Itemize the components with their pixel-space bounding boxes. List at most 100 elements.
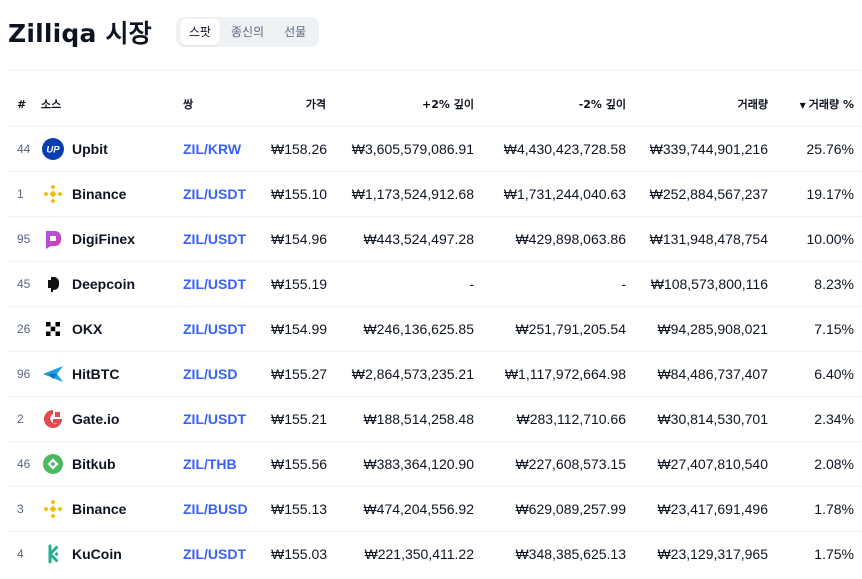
exchange-link[interactable]: Binance: [41, 498, 183, 520]
table-row[interactable]: 95 DigiFinex ZIL/USDT ₩154.96 ₩443,524,497.2…: [8, 216, 862, 262]
table-row[interactable]: 46 Bitkub ZIL/THB ₩155.56 ₩383,364,120.90 ₩22…: [8, 441, 862, 487]
depth-plus-cell: ₩246,136,625.85: [326, 306, 474, 352]
pair-link[interactable]: ZIL/USDT: [183, 276, 246, 292]
exchange-link[interactable]: KuCoin: [41, 543, 183, 565]
binance-logo: [42, 183, 64, 205]
depth-minus-cell: ₩227,608,573.15: [474, 441, 626, 487]
exchange-name: OKX: [72, 321, 103, 337]
row-rank: 2: [8, 396, 41, 442]
price-cell: ₩155.27: [271, 351, 327, 397]
volume-cell: ₩23,129,317,965: [626, 531, 768, 576]
row-rank: 4: [8, 531, 41, 576]
depth-minus-cell: ₩629,089,257.99: [474, 486, 626, 532]
volume-pct-cell: 19.17%: [768, 171, 862, 217]
price-cell: ₩155.13: [271, 486, 327, 532]
row-rank: 1: [8, 171, 41, 217]
exchange-name: KuCoin: [72, 546, 122, 562]
row-rank: 96: [8, 351, 41, 397]
exchange-name: Binance: [72, 186, 127, 202]
depth-minus-cell: ₩1,117,972,664.98: [474, 351, 626, 397]
tab-futures[interactable]: 선물: [275, 19, 315, 45]
table-row[interactable]: 1 Binance ZIL/USDT ₩155.10 ₩1,173,524,912.68…: [8, 171, 862, 217]
volume-pct-cell: 1.75%: [768, 531, 862, 576]
deepcoin-logo: [42, 273, 64, 295]
column-header-depth-minus[interactable]: -2% 깊이: [474, 82, 626, 127]
exchange-link[interactable]: UP Upbit: [41, 138, 183, 160]
exchange-name: Deepcoin: [72, 276, 136, 292]
page-header: Zilliqa 시장 스팟 종신의 선물: [8, 12, 320, 52]
pair-link[interactable]: ZIL/USDT: [183, 546, 246, 562]
column-header-source[interactable]: 소스: [41, 82, 183, 127]
volume-pct-cell: 25.76%: [768, 126, 862, 172]
depth-minus-cell: ₩4,430,423,728.58: [474, 126, 626, 172]
volume-pct-cell: 1.78%: [768, 486, 862, 532]
pair-link[interactable]: ZIL/USDT: [183, 186, 246, 202]
exchange-link[interactable]: DigiFinex: [41, 228, 183, 250]
exchange-link[interactable]: OKX: [41, 318, 183, 340]
depth-minus-cell: ₩348,385,625.13: [474, 531, 626, 576]
volume-pct-cell: 2.08%: [768, 441, 862, 487]
table-row[interactable]: 4 KuCoin ZIL/USDT ₩155.03 ₩221,350,411.22 ₩34…: [8, 531, 862, 576]
header-divider: [8, 70, 862, 71]
depth-plus-cell: ₩474,204,556.92: [326, 486, 474, 532]
pair-link[interactable]: ZIL/USDT: [183, 231, 246, 247]
depth-plus-cell: ₩3,605,579,086.91: [326, 126, 474, 172]
depth-plus-cell: ₩188,514,258.48: [326, 396, 474, 442]
table-row[interactable]: 44 UP Upbit ZIL/KRW ₩158.26 ₩3,605,579,086.91…: [8, 126, 862, 172]
row-rank: 46: [8, 441, 41, 487]
column-header-pair[interactable]: 쌍: [183, 82, 271, 127]
table-row[interactable]: 96 HitBTC ZIL/USD ₩155.27 ₩2,864,573,235.21 ₩…: [8, 351, 862, 397]
exchange-name: HitBTC: [72, 366, 120, 382]
tab-spot[interactable]: 스팟: [179, 19, 220, 45]
exchange-link[interactable]: Gate.io: [41, 408, 183, 430]
pair-link[interactable]: ZIL/BUSD: [183, 501, 248, 517]
table-header-row: # 소스 쌍 가격 +2% 깊이 -2% 깊이 거래량 ▼ 거래량 %: [8, 82, 862, 127]
volume-cell: ₩108,573,800,116: [626, 261, 768, 307]
volume-pct-cell: 10.00%: [768, 216, 862, 262]
volume-pct-cell: 8.23%: [768, 261, 862, 307]
volume-cell: ₩94,285,908,021: [626, 306, 768, 352]
column-header-volume-pct[interactable]: ▼ 거래량 %: [768, 82, 862, 127]
pair-link[interactable]: ZIL/USDT: [183, 321, 246, 337]
column-header-volume[interactable]: 거래량: [626, 82, 768, 127]
table-row[interactable]: 3 Binance ZIL/BUSD ₩155.13 ₩474,204,556.92 ₩6…: [8, 486, 862, 532]
pair-link[interactable]: ZIL/USDT: [183, 411, 246, 427]
okx-logo: [42, 318, 64, 340]
table-row[interactable]: 2 Gate.io ZIL/USDT ₩155.21 ₩188,514,258.48 ₩2…: [8, 396, 862, 442]
tab-perpetual[interactable]: 종신의: [222, 19, 273, 45]
markets-table-body: 44 UP Upbit ZIL/KRW ₩158.26 ₩3,605,579,086.91…: [8, 126, 862, 576]
binance-logo: [42, 498, 64, 520]
depth-minus-cell: ₩283,112,710.66: [474, 396, 626, 442]
price-cell: ₩158.26: [271, 126, 327, 172]
market-type-tabs: 스팟 종신의 선물: [175, 17, 320, 47]
hitbtc-logo: [42, 363, 64, 385]
volume-pct-cell: 2.34%: [768, 396, 862, 442]
column-header-rank[interactable]: #: [8, 82, 41, 127]
depth-plus-cell: -: [326, 261, 474, 307]
gateio-logo: [42, 408, 64, 430]
upbit-logo: UP: [42, 138, 64, 160]
pair-link[interactable]: ZIL/USD: [183, 366, 237, 382]
depth-minus-cell: ₩1,731,244,040.63: [474, 171, 626, 217]
volume-cell: ₩27,407,810,540: [626, 441, 768, 487]
exchange-name: Upbit: [72, 141, 108, 157]
volume-cell: ₩252,884,567,237: [626, 171, 768, 217]
pair-link[interactable]: ZIL/KRW: [183, 141, 241, 157]
column-header-depth-plus[interactable]: +2% 깊이: [326, 82, 474, 127]
volume-pct-cell: 7.15%: [768, 306, 862, 352]
pair-link[interactable]: ZIL/THB: [183, 456, 237, 472]
depth-plus-cell: ₩443,524,497.28: [326, 216, 474, 262]
column-header-price[interactable]: 가격: [271, 82, 326, 127]
exchange-name: Binance: [72, 501, 127, 517]
depth-plus-cell: ₩1,173,524,912.68: [326, 171, 474, 217]
exchange-link[interactable]: Deepcoin: [41, 273, 183, 295]
depth-minus-cell: -: [474, 261, 626, 307]
price-cell: ₩154.99: [271, 306, 327, 352]
table-row[interactable]: 45 Deepcoin ZIL/USDT ₩155.19- - ₩108,573,800,…: [8, 261, 862, 307]
exchange-link[interactable]: HitBTC: [41, 363, 183, 385]
digifinex-logo: [42, 228, 64, 250]
exchange-link[interactable]: Binance: [41, 183, 183, 205]
volume-cell: ₩30,814,530,701: [626, 396, 768, 442]
table-row[interactable]: 26 OKX ZIL/USDT ₩154.99 ₩246,136,625.85 ₩251,…: [8, 306, 862, 352]
exchange-link[interactable]: Bitkub: [41, 453, 183, 475]
